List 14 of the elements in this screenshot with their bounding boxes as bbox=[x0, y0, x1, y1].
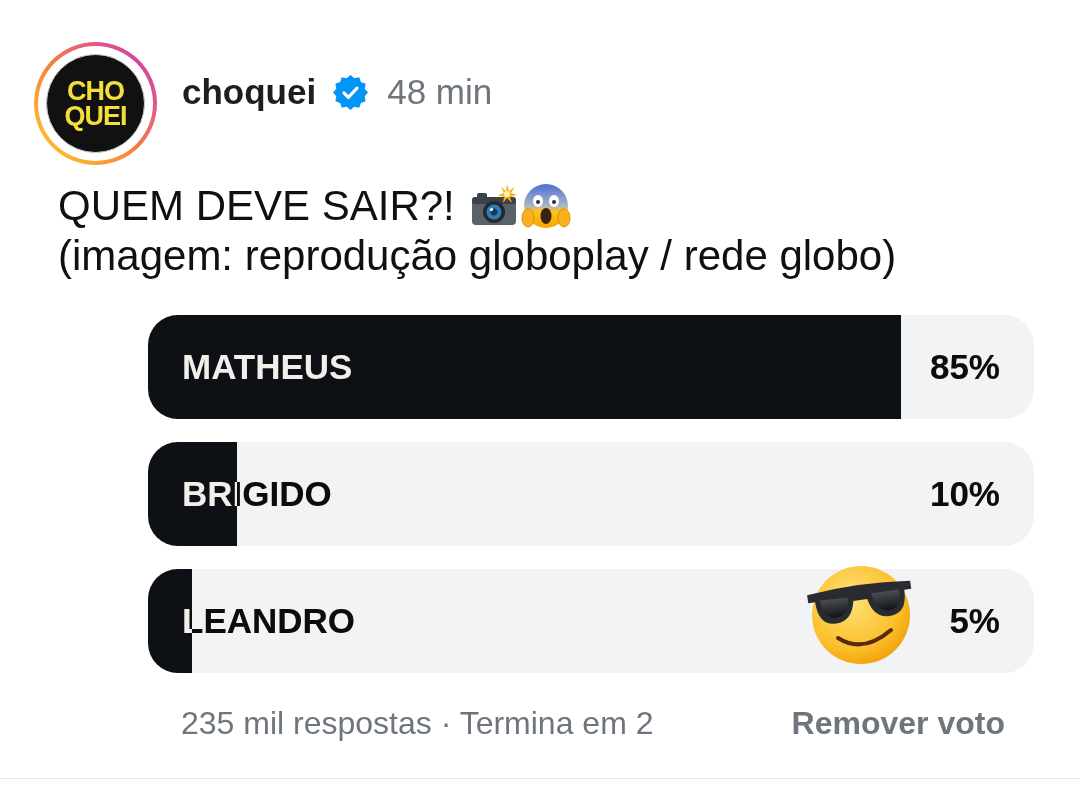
logo-text: CHO bbox=[67, 78, 124, 104]
post-caption: (imagem: reprodução globoplay / rede globo) bbox=[58, 231, 897, 281]
remove-vote-button[interactable]: Remover voto bbox=[791, 703, 1005, 743]
poll-summary: 235 mil respostas · Termina em 2 bbox=[181, 704, 654, 743]
avatar[interactable]: CHO QUEI bbox=[34, 42, 157, 165]
username-link[interactable]: choquei bbox=[182, 65, 317, 119]
post-title: QUEM DEVE SAIR?! bbox=[58, 181, 455, 231]
poll-option-percent: 10% bbox=[929, 472, 1000, 515]
logo-text: QUEI bbox=[64, 103, 127, 129]
poll-option-percent: 85% bbox=[929, 345, 1000, 388]
poll-option-percent: 5% bbox=[949, 599, 1000, 642]
post-time: 48 min bbox=[387, 70, 493, 113]
screaming-face-icon bbox=[520, 181, 571, 231]
poll-option-label: MATHEUS bbox=[182, 345, 353, 388]
